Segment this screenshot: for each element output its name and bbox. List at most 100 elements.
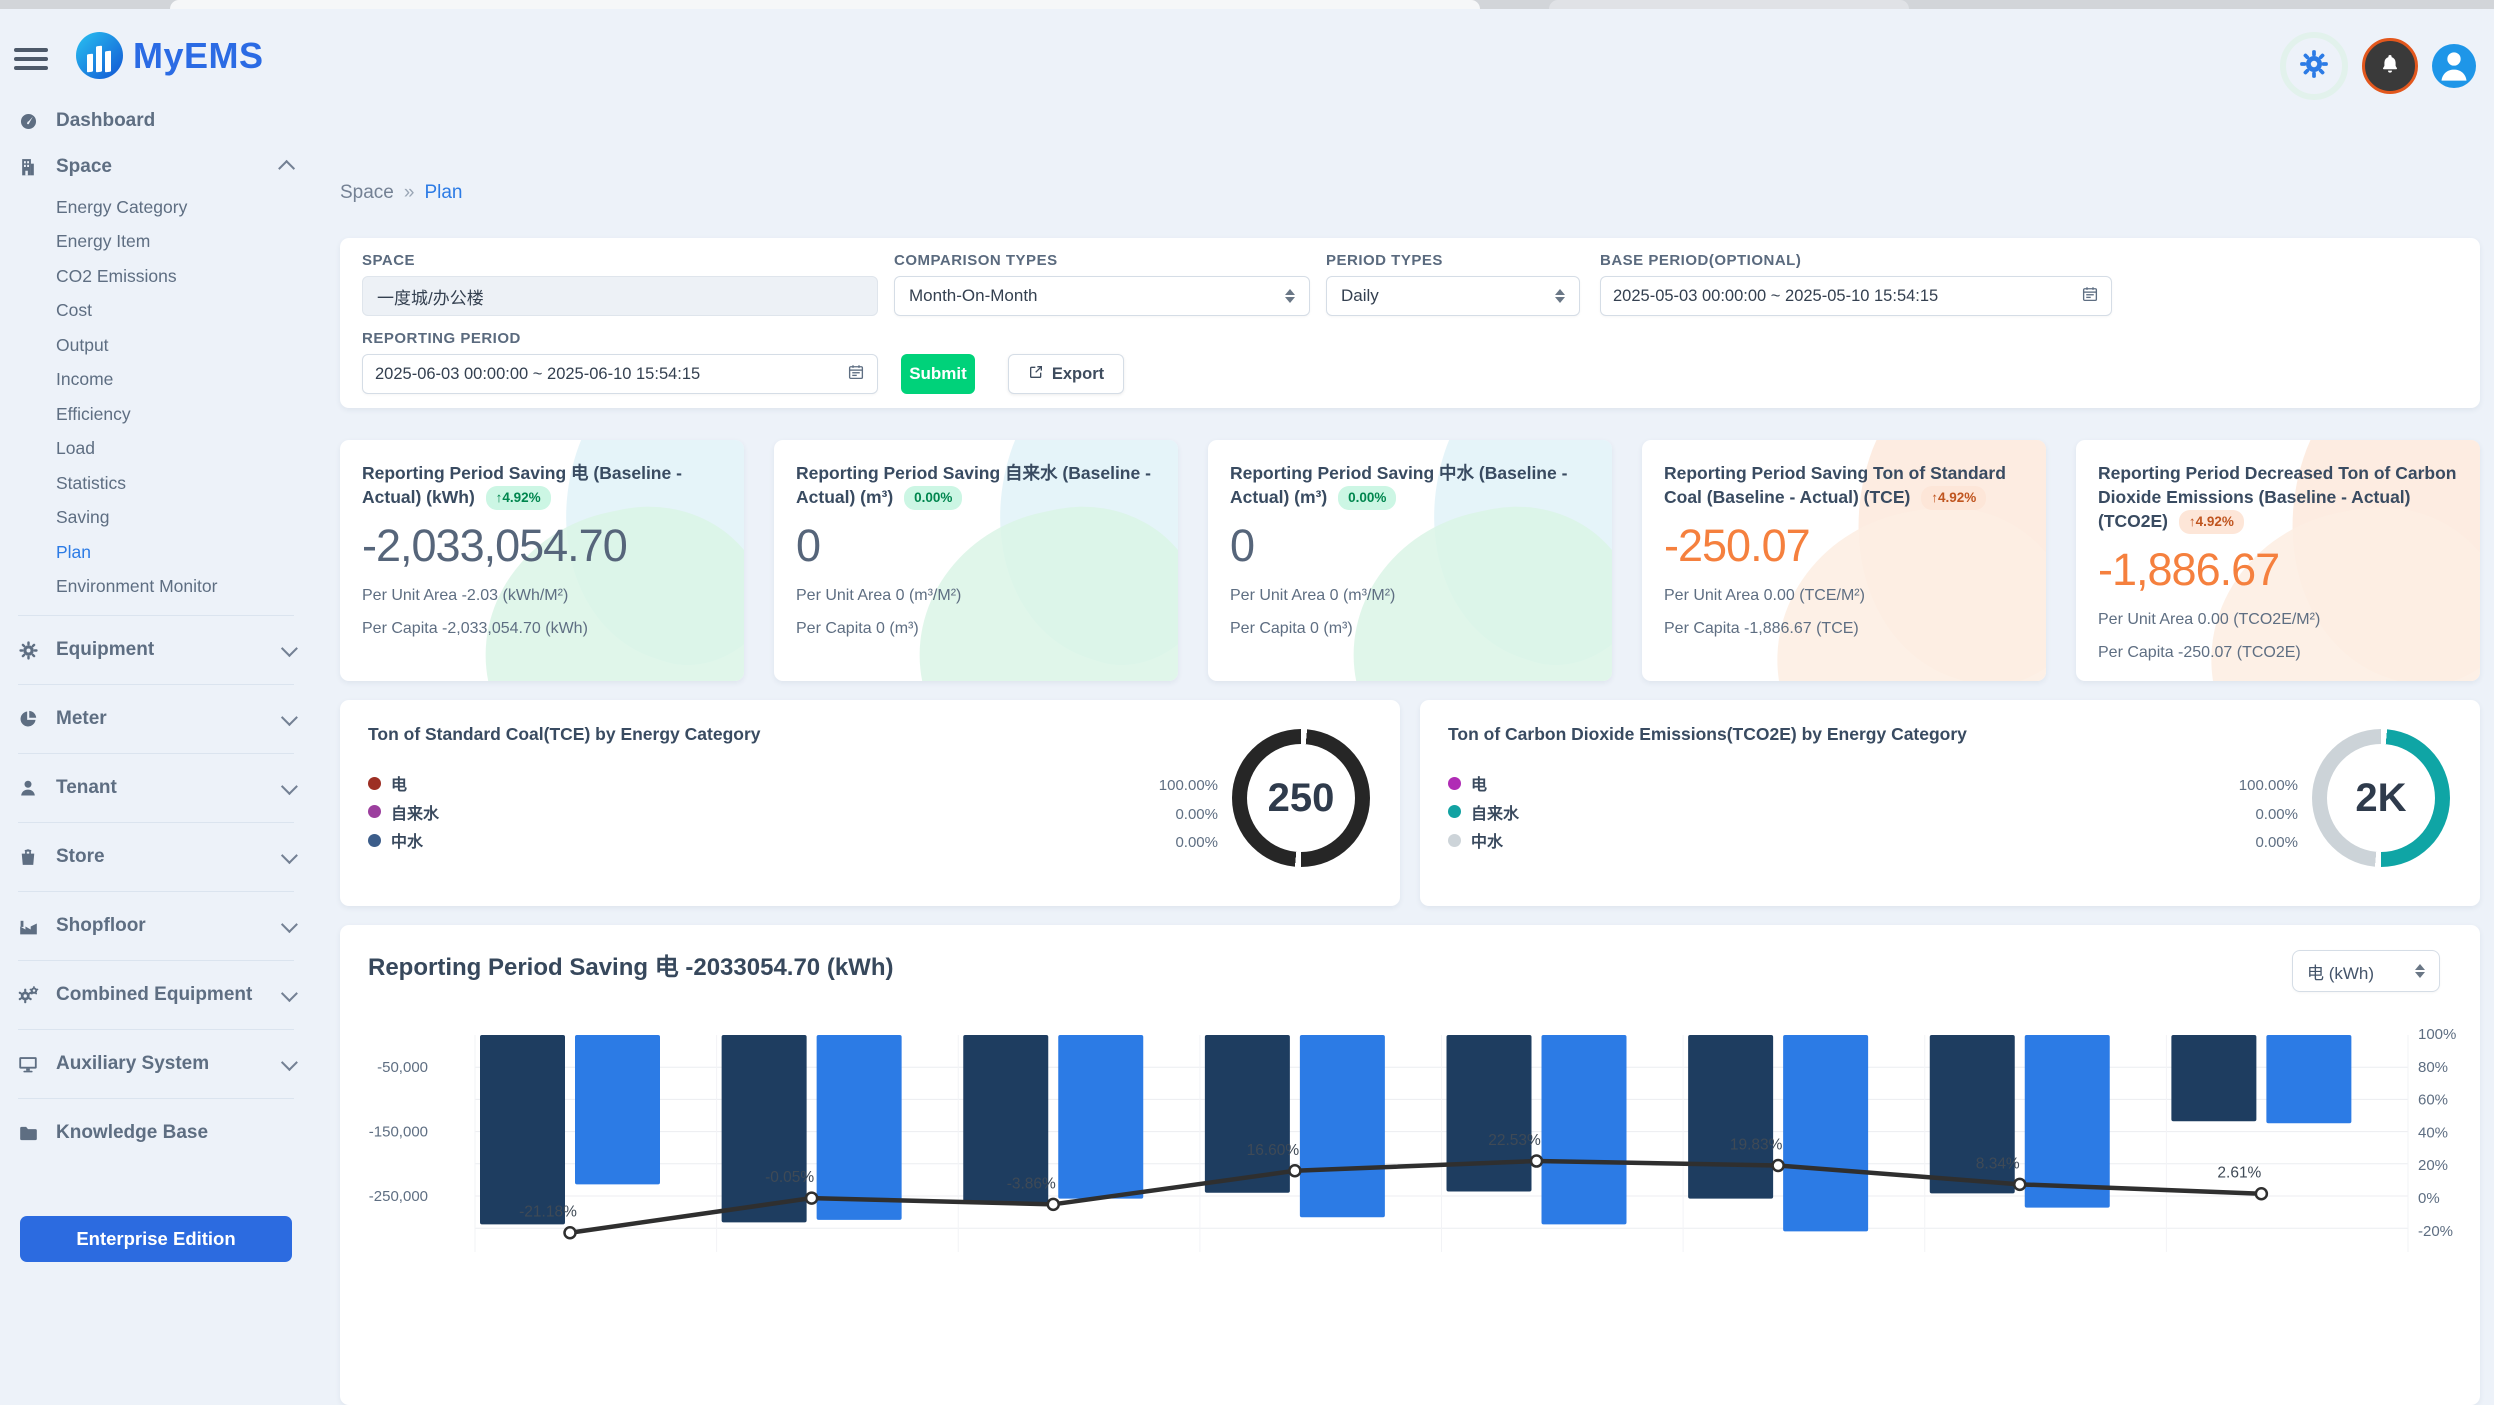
per-capita: Per Capita -250.07 (TCO2E) [2098, 644, 2458, 662]
sidebar: Dashboard Space Energy Category Energy I… [0, 98, 312, 1248]
hamburger-menu-button[interactable] [14, 48, 48, 72]
divider [18, 891, 294, 892]
calendar-icon[interactable] [847, 363, 865, 386]
svg-text:60%: 60% [2418, 1092, 2448, 1109]
sidebar-subitem-output[interactable]: Output [56, 328, 312, 363]
legend-item[interactable]: 电 [1448, 769, 2452, 798]
select-arrows-icon [2415, 964, 2425, 979]
sidebar-item-equipment[interactable]: Equipment [0, 627, 312, 673]
legend-item[interactable]: 电 [368, 769, 1372, 798]
export-icon [1028, 364, 1044, 385]
factory-icon [14, 916, 42, 937]
sidebar-item-store[interactable]: Store [0, 834, 312, 880]
sidebar-item-space[interactable]: Space [0, 144, 312, 190]
sidebar-item-label: Tenant [56, 777, 117, 799]
sidebar-subitem-efficiency[interactable]: Efficiency [56, 397, 312, 432]
gear-icon [14, 640, 42, 661]
sidebar-item-auxiliary-system[interactable]: Auxiliary System [0, 1041, 312, 1087]
chevron-down-icon [281, 778, 298, 795]
base-period-input[interactable]: 2025-05-03 00:00:00 ~ 2025-05-10 15:54:1… [1600, 276, 2112, 316]
stat-card-value: -250.07 [1664, 520, 2024, 572]
svg-text:8.34%: 8.34% [1976, 1155, 2020, 1172]
stat-card-title: Reporting Period Saving 自来水 (Baseline - … [796, 462, 1156, 510]
gear-icon [2298, 48, 2330, 85]
legend: 电 自来水 中水 [368, 769, 1372, 855]
tco2e-donut-chart[interactable]: 2K [2312, 729, 2450, 867]
sidebar-item-knowledge-base[interactable]: Knowledge Base [0, 1110, 312, 1156]
svg-text:-150,000: -150,000 [369, 1124, 428, 1141]
svg-text:-0.05%: -0.05% [765, 1169, 814, 1186]
per-capita: Per Capita -1,886.67 (TCE) [1664, 620, 2024, 638]
sidebar-subitem-energy-category[interactable]: Energy Category [56, 190, 312, 225]
submit-button[interactable]: Submit [901, 354, 975, 394]
sidebar-item-combined-equipment[interactable]: Combined Equipment [0, 972, 312, 1018]
donut-center-value: 2K [2327, 744, 2435, 852]
browser-chrome-strip [0, 0, 2494, 9]
notifications-button[interactable] [2362, 38, 2418, 94]
legend-item[interactable]: 自来水 [1448, 798, 2452, 827]
svg-text:19.83%: 19.83% [1730, 1136, 1783, 1153]
stat-card-title: Reporting Period Decreased Ton of Carbon… [2098, 462, 2458, 534]
energy-unit-select[interactable]: 电 (kWh) [2292, 950, 2440, 992]
legend-item[interactable]: 中水 [1448, 826, 2452, 855]
legend-item[interactable]: 自来水 [368, 798, 1372, 827]
breadcrumb-plan[interactable]: Plan [424, 182, 462, 203]
period-types-label: PERIOD TYPES [1326, 252, 1443, 269]
export-button[interactable]: Export [1008, 354, 1124, 394]
divider [18, 615, 294, 616]
per-capita: Per Capita 0 (m³) [796, 620, 1156, 638]
saving-chart-card: Reporting Period Saving 电 -2033054.70 (k… [340, 925, 2480, 1405]
per-unit-area: Per Unit Area -2.03 (kWh/M²) [362, 587, 722, 605]
comparison-types-select[interactable]: Month-On-Month [894, 276, 1310, 316]
legend-item[interactable]: 中水 [368, 826, 1372, 855]
svg-text:-50,000: -50,000 [377, 1059, 428, 1076]
sidebar-subitem-statistics[interactable]: Statistics [56, 466, 312, 501]
sidebar-subitem-load[interactable]: Load [56, 432, 312, 467]
bar-line-chart-canvas[interactable]: -50,000-150,000-250,000100%80%60%40%20%0… [340, 1020, 2480, 1252]
enterprise-edition-button[interactable]: Enterprise Edition [20, 1216, 292, 1262]
settings-button[interactable] [2280, 32, 2348, 100]
sidebar-subitem-cost[interactable]: Cost [56, 294, 312, 329]
legend-percents: 100.00% 0.00% 0.00% [2239, 772, 2298, 858]
app-logo[interactable]: MyEMS [76, 32, 264, 79]
reporting-period-input[interactable]: 2025-06-03 00:00:00 ~ 2025-06-10 15:54:1… [362, 354, 878, 394]
sidebar-subitem-income[interactable]: Income [56, 363, 312, 398]
folder-icon [14, 1123, 42, 1144]
space-input[interactable] [362, 276, 878, 316]
sidebar-subitem-co2-emissions[interactable]: CO2 Emissions [56, 259, 312, 294]
sidebar-subitem-energy-item[interactable]: Energy Item [56, 225, 312, 260]
svg-text:0%: 0% [2418, 1190, 2440, 1207]
calendar-icon[interactable] [2081, 285, 2099, 308]
stat-card-water-saving: Reporting Period Saving 自来水 (Baseline - … [774, 440, 1178, 681]
sidebar-item-label: Equipment [56, 639, 154, 661]
tce-donut-chart[interactable]: 250 [1232, 729, 1370, 867]
divider [18, 1098, 294, 1099]
sidebar-item-dashboard[interactable]: Dashboard [0, 98, 312, 144]
building-icon [14, 157, 42, 177]
sidebar-subitem-saving[interactable]: Saving [56, 501, 312, 536]
donut-card-title: Ton of Standard Coal(TCE) by Energy Cate… [368, 724, 1372, 745]
dashboard-icon [14, 111, 42, 132]
legend: 电 自来水 中水 [1448, 769, 2452, 855]
svg-text:16.60%: 16.60% [1247, 1142, 1300, 1159]
per-unit-area: Per Unit Area 0 (m³/M²) [1230, 587, 1590, 605]
breadcrumb-space[interactable]: Space [340, 182, 394, 203]
user-avatar[interactable] [2432, 44, 2476, 88]
sidebar-subitem-plan[interactable]: Plan [56, 535, 312, 570]
sidebar-item-label: Shopfloor [56, 915, 146, 937]
sidebar-item-shopfloor[interactable]: Shopfloor [0, 903, 312, 949]
legend-dot [368, 834, 381, 847]
legend-percents: 100.00% 0.00% 0.00% [1159, 772, 1218, 858]
browser-tab-shape [1549, 0, 1909, 9]
per-unit-area: Per Unit Area 0 (m³/M²) [796, 587, 1156, 605]
monitor-icon [14, 1053, 42, 1075]
period-types-select[interactable]: Daily [1326, 276, 1580, 316]
sidebar-item-tenant[interactable]: Tenant [0, 765, 312, 811]
reporting-period-label: REPORTING PERIOD [362, 330, 521, 347]
sidebar-item-meter[interactable]: Meter [0, 696, 312, 742]
legend-dot [1448, 834, 1461, 847]
sidebar-subitem-environment-monitor[interactable]: Environment Monitor [56, 570, 312, 605]
stat-card-reclaimed-water-saving: Reporting Period Saving 中水 (Baseline - A… [1208, 440, 1612, 681]
per-capita: Per Capita 0 (m³) [1230, 620, 1590, 638]
divider [18, 960, 294, 961]
